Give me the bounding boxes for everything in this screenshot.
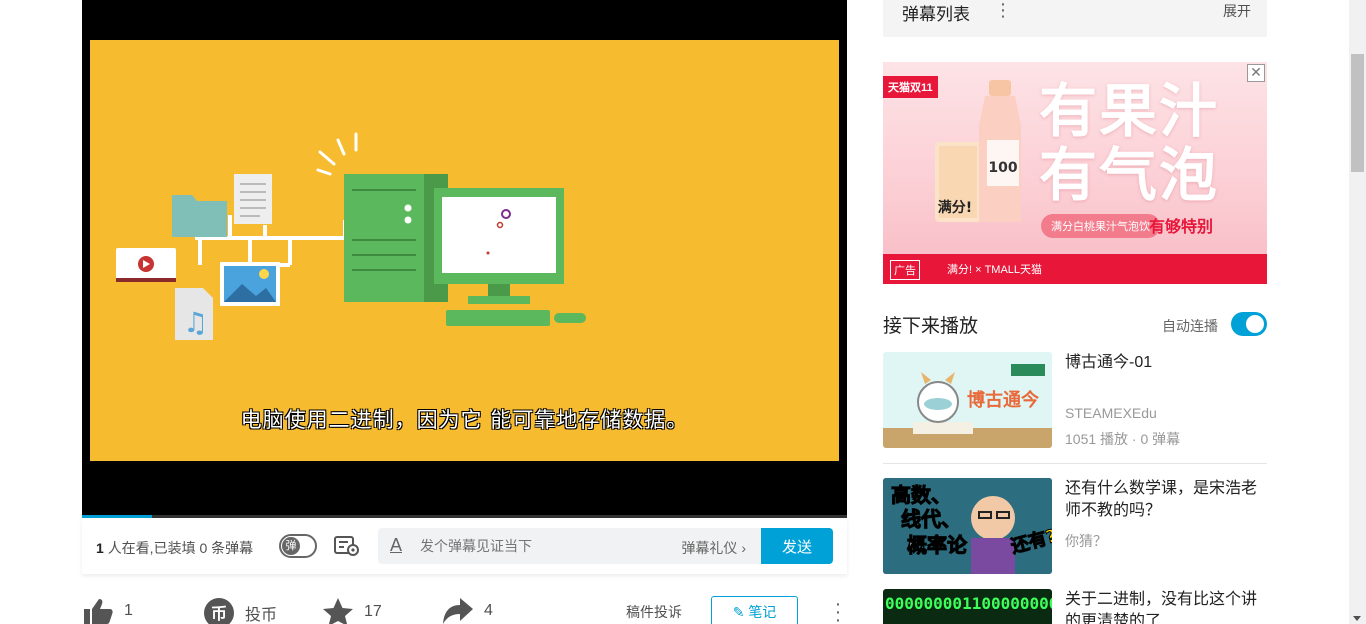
juice-bottle-image: 100 满分! bbox=[935, 80, 1021, 222]
ad-tmall-tag: 天猫双11 bbox=[883, 76, 938, 98]
ad-banner[interactable]: 天猫双11 100 满分! 有果汁 有气泡 满分白桃果汁气泡饮 有够特别 广告 满… bbox=[883, 62, 1267, 284]
danmaku-list-header[interactable]: 弹幕列表 ⋮ 展开 bbox=[883, 0, 1267, 37]
recommendation-author[interactable]: STEAMEXEdu bbox=[1065, 405, 1157, 421]
coin-label: 投币 bbox=[245, 607, 278, 624]
video-frame[interactable]: ♫ 电脑使用二进制，因为它 能可靠地存储数据。 bbox=[90, 40, 839, 461]
danmaku-list-more-icon[interactable]: ⋮ bbox=[994, 0, 1012, 21]
recommendation-title[interactable]: 还有什么数学课，是宋浩老师不教的吗？ bbox=[1065, 478, 1267, 522]
recommendation-item[interactable]: 00000000110000000010011 关于二进制，没有比这个讲的更清楚… bbox=[883, 589, 1267, 624]
share-button[interactable]: 4 bbox=[442, 597, 493, 624]
danmaku-input-wrap: A 弹幕礼仪 › bbox=[378, 528, 762, 564]
thumbnail-text: 00000000110000000010011 bbox=[885, 594, 1052, 613]
video-thumbnail[interactable]: 博古通今 bbox=[883, 352, 1052, 448]
more-options-icon[interactable]: · · · bbox=[832, 594, 844, 624]
svg-text:♫: ♫ bbox=[183, 306, 208, 339]
scroll-down-arrow-icon[interactable] bbox=[1353, 616, 1361, 621]
ad-brand: 满分! × TMALL天猫 bbox=[947, 264, 1043, 276]
note-button[interactable]: ✎ 笔记 bbox=[711, 596, 798, 624]
danmaku-settings-icon[interactable] bbox=[334, 535, 360, 557]
autoplay-label: 自动连播 bbox=[1162, 318, 1218, 334]
coin-icon: 币 bbox=[204, 598, 234, 624]
recommendation-title[interactable]: 关于二进制，没有比这个讲的更清楚的了 bbox=[1065, 589, 1267, 624]
page: ♫ 电脑使用二进制，因为它 能可靠地存储数据。 1 人在看,已装填 0 条弹幕 … bbox=[0, 0, 1366, 624]
ad-headline: 有果汁 有气泡 bbox=[1039, 80, 1219, 208]
autoplay-toggle[interactable] bbox=[1231, 312, 1267, 336]
recommendation-item[interactable]: 博古通今 博古通今-01 STEAMEXEdu 1051 播放 · 0 弹幕 bbox=[883, 352, 1267, 448]
danmaku-input[interactable] bbox=[420, 528, 660, 564]
danmaku-toggle[interactable]: 弹 bbox=[279, 534, 317, 558]
share-count: 4 bbox=[484, 602, 493, 619]
recommendation-item[interactable]: 高数、 线代、 概率论 还有? 还有什么数学课，是宋浩老师不教的吗？ 你猜？ bbox=[883, 478, 1267, 574]
svg-text:100: 100 bbox=[988, 160, 1017, 176]
close-icon[interactable]: ✕ bbox=[1247, 64, 1265, 82]
danmaku-list-expand[interactable]: 展开 bbox=[1223, 1, 1251, 21]
report-link[interactable]: 稿件投诉 bbox=[626, 602, 682, 622]
viewer-number: 1 bbox=[96, 540, 104, 556]
like-count: 1 bbox=[124, 602, 133, 619]
ad-label: 广告 bbox=[890, 260, 920, 280]
danmaku-list-title: 弹幕列表 bbox=[902, 5, 970, 24]
autoplay-toggle-knob bbox=[1246, 315, 1264, 333]
send-danmaku-button[interactable]: 发送 bbox=[761, 528, 833, 564]
ad-headline-line2: 有气泡 bbox=[1039, 143, 1220, 208]
thumbnail-text: 高数、 bbox=[891, 483, 951, 507]
video-thumbnail[interactable]: 00000000110000000010011 bbox=[883, 589, 1052, 624]
svg-text:币: 币 bbox=[211, 604, 227, 623]
ad-product-pill: 满分白桃果汁气泡饮 bbox=[1041, 214, 1160, 238]
recommendation-author[interactable]: 你猜？ bbox=[1065, 531, 1107, 551]
favorite-count: 17 bbox=[364, 603, 382, 620]
edit-icon: ✎ bbox=[732, 604, 745, 620]
ad-headline-line1: 有果汁 bbox=[1039, 79, 1220, 144]
video-thumbnail[interactable]: 高数、 线代、 概率论 还有? bbox=[883, 478, 1052, 574]
recommendation-stats: 1051 播放 · 0 弹幕 bbox=[1065, 431, 1181, 447]
recommendation-title[interactable]: 博古通今-01 bbox=[1065, 352, 1267, 374]
thumbnail-text: 概率论 bbox=[907, 533, 968, 557]
video-action-bar: 1 币 投币 17 4 稿件投诉 ✎ 笔记 · · · bbox=[82, 592, 847, 624]
svg-text:满分!: 满分! bbox=[938, 199, 972, 216]
divider bbox=[883, 463, 1267, 464]
video-illustration: ♫ bbox=[116, 132, 586, 340]
viewer-count: 1 人在看,已装填 0 条弹幕 bbox=[96, 538, 253, 558]
video-subtitle: 电脑使用二进制，因为它 能可靠地存储数据。 bbox=[240, 408, 689, 432]
video-player[interactable]: ♫ 电脑使用二进制，因为它 能可靠地存储数据。 bbox=[82, 0, 847, 518]
ad-slogan: 有够特别 bbox=[1149, 219, 1214, 236]
thumbs-up-icon bbox=[84, 599, 113, 624]
scrollbar-thumb[interactable] bbox=[1351, 54, 1364, 172]
danmaku-bar: 1 人在看,已装填 0 条弹幕 弹 A 弹幕礼仪 › 发送 bbox=[82, 518, 847, 574]
danmaku-etiquette-link[interactable]: 弹幕礼仪 › bbox=[681, 538, 746, 558]
note-label: 笔记 bbox=[748, 604, 777, 620]
viewer-text: 人在看,已装填 0 条弹幕 bbox=[107, 540, 254, 556]
page-scrollbar[interactable] bbox=[1349, 0, 1366, 624]
share-icon bbox=[443, 598, 473, 624]
ad-footer: 广告 满分! × TMALL天猫 bbox=[883, 254, 1267, 284]
up-next-title: 接下来播放 bbox=[883, 316, 979, 337]
thumbnail-text: 线代、 bbox=[901, 507, 961, 531]
font-style-icon[interactable]: A bbox=[390, 535, 402, 556]
star-icon bbox=[323, 598, 353, 624]
thumbnail-text: 博古通今 bbox=[967, 389, 1040, 411]
coin-button[interactable]: 币 投币 bbox=[203, 597, 277, 624]
danmaku-toggle-knob: 弹 bbox=[282, 537, 300, 555]
like-button[interactable]: 1 bbox=[82, 597, 133, 624]
favorite-button[interactable]: 17 bbox=[322, 597, 382, 624]
